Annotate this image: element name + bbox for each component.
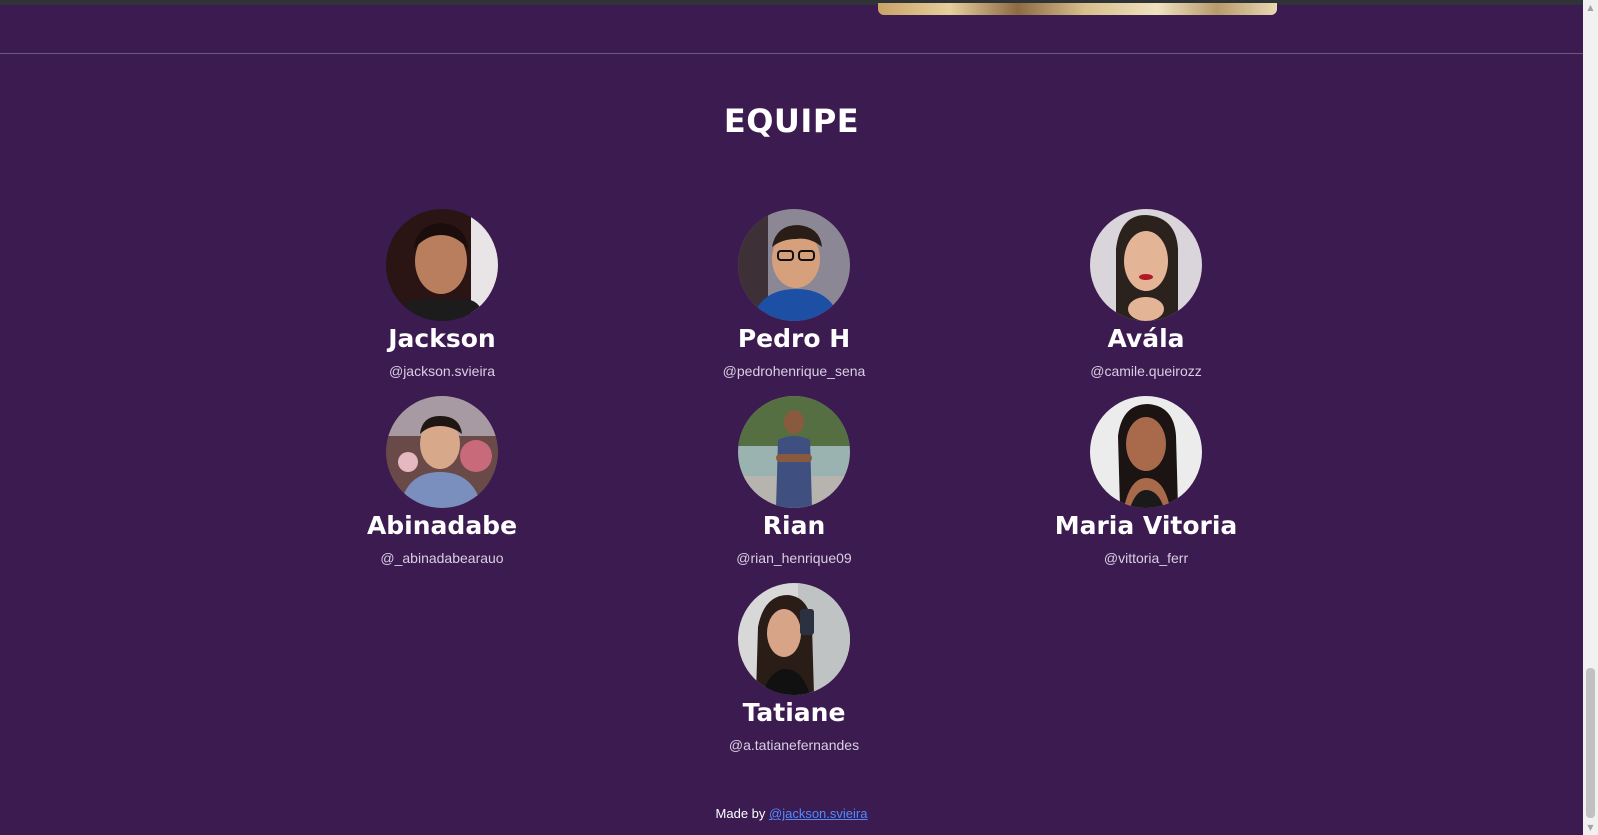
avatar (1090, 396, 1202, 508)
browser-top-strip (0, 0, 1583, 5)
avatar (1090, 209, 1202, 321)
avatar (386, 209, 498, 321)
member-handle: @vittoria_ferr (1103, 550, 1189, 566)
footer-author-link[interactable]: @jackson.svieira (769, 806, 867, 821)
member-handle: @rian_henrique09 (736, 550, 852, 566)
member-name: Pedro H (737, 324, 851, 353)
avatar (738, 209, 850, 321)
vertical-scrollbar[interactable]: ▲ ▼ (1583, 0, 1598, 835)
section-title: EQUIPE (723, 102, 860, 140)
member-handle: @a.tatianefernandes (728, 737, 860, 753)
scroll-thumb[interactable] (1586, 668, 1595, 818)
member-name: Abinadabe (366, 511, 518, 540)
member-handle: @_abinadabearauo (380, 550, 504, 566)
avatar (738, 583, 850, 695)
team-member-card: Tatiane @a.tatianefernandes (644, 583, 944, 753)
member-handle: @pedrohenrique_sena (722, 363, 866, 379)
scroll-up-icon[interactable]: ▲ (1583, 0, 1598, 15)
team-member-card: Rian @rian_henrique09 (644, 396, 944, 566)
member-name: Rian (762, 511, 826, 540)
member-name: Avála (1107, 324, 1185, 353)
team-member-card: Pedro H @pedrohenrique_sena (644, 209, 944, 379)
team-member-card: Abinadabe @_abinadabearauo (292, 396, 592, 566)
team-member-card: Jackson @jackson.svieira (292, 209, 592, 379)
footer: Made by @jackson.svieira (0, 806, 1583, 821)
member-name: Maria Vitoria (1054, 511, 1238, 540)
section-divider (0, 53, 1583, 54)
previous-section-image (878, 3, 1277, 15)
team-member-card: Avála @camile.queirozz (996, 209, 1296, 379)
scroll-down-icon[interactable]: ▼ (1583, 820, 1598, 835)
member-handle: @jackson.svieira (388, 363, 496, 379)
team-member-card: Maria Vitoria @vittoria_ferr (996, 396, 1296, 566)
avatar (386, 396, 498, 508)
member-name: Tatiane (742, 698, 846, 727)
footer-prefix: Made by (715, 806, 770, 821)
member-handle: @camile.queirozz (1090, 363, 1202, 379)
member-name: Jackson (388, 324, 496, 353)
avatar (738, 396, 850, 508)
